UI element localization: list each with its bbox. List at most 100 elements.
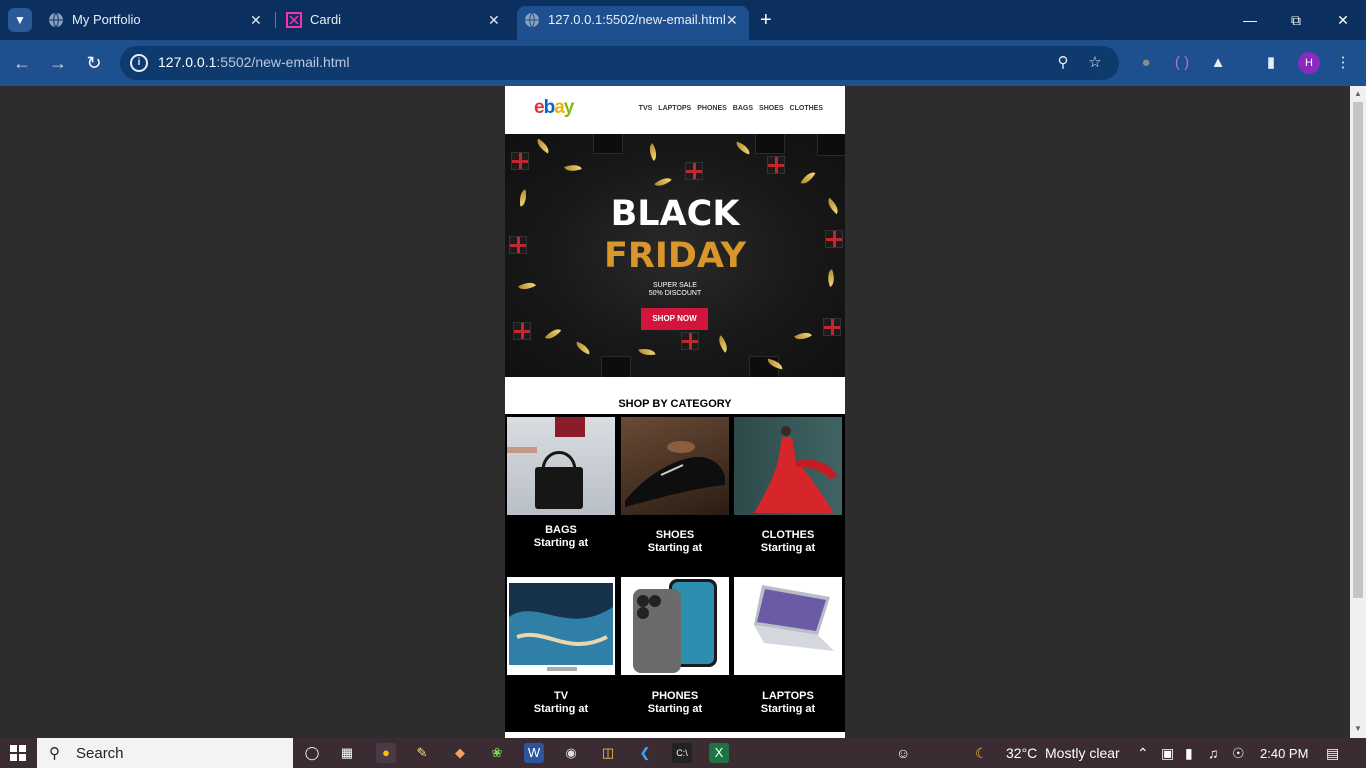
category-card-clothes[interactable] — [734, 417, 842, 515]
tab-search-button[interactable]: ▼ — [8, 8, 32, 32]
category-label-tv: TV Starting at — [507, 690, 615, 716]
scroll-up-icon[interactable]: ▲ — [1353, 89, 1363, 98]
restore-icon[interactable]: ⧉ — [1284, 8, 1308, 32]
task-view-icon[interactable]: ▦ — [337, 743, 357, 763]
word-icon[interactable]: W — [524, 743, 544, 763]
nav-link-laptops[interactable]: LAPTOPS — [658, 105, 691, 112]
vertical-scrollbar[interactable]: ▲ ▼ — [1350, 86, 1366, 738]
chrome-icon[interactable]: ● — [376, 743, 396, 763]
url-path: :5502/new-email.html — [216, 54, 350, 70]
category-card-phones[interactable] — [621, 577, 729, 675]
back-icon[interactable]: ← — [10, 51, 34, 75]
extension-icon[interactable]: ● — [1135, 52, 1157, 74]
leaf-decoration — [638, 346, 656, 358]
category-starting-at: Starting at — [533, 703, 589, 715]
hero-subtitle-line1: SUPER SALE — [653, 282, 697, 289]
new-tab-button[interactable]: + — [760, 8, 772, 32]
gift-box-decoration — [511, 152, 529, 170]
notepad-icon[interactable]: ✎ — [412, 743, 432, 763]
nav-link-shoes[interactable]: SHOES — [759, 105, 784, 112]
search-icon: ⚲ — [49, 745, 60, 762]
file-explorer-icon[interactable]: ◫ — [598, 743, 618, 763]
extensions-puzzle-icon[interactable]: ▲ — [1207, 52, 1229, 74]
people-icon[interactable]: ☺ — [896, 745, 910, 761]
tab-new-email[interactable]: 127.0.0.1:5502/new-email.html ✕ — [524, 6, 744, 34]
logo-letter-e: e — [534, 97, 545, 118]
notification-icon[interactable]: ▤ — [1326, 745, 1339, 762]
nav-link-phones[interactable]: PHONES — [697, 105, 727, 112]
category-card-bags[interactable] — [507, 417, 615, 515]
gift-box-decoration — [685, 162, 703, 180]
shopping-bag-decoration — [755, 134, 785, 154]
hero-subtitle: SUPER SALE 50% DISCOUNT — [505, 282, 845, 298]
site-info-icon[interactable]: i — [130, 54, 148, 72]
category-grid: BAGS Starting at SHOES Starting at CLOTH… — [505, 414, 845, 738]
menu-kebab-icon[interactable]: ⋮ — [1332, 52, 1354, 74]
category-label-bags: BAGS Starting at — [507, 524, 615, 550]
forward-icon[interactable]: → — [46, 51, 70, 75]
battery-icon[interactable]: ▮ — [1185, 745, 1193, 762]
nav-link-bags[interactable]: BAGS — [733, 105, 753, 112]
tray-chevron-up-icon[interactable]: ⌃ — [1137, 745, 1149, 762]
meet-now-icon[interactable]: ▣ — [1161, 745, 1174, 762]
side-panel-icon[interactable]: ▮ — [1260, 52, 1282, 74]
nav-link-clothes[interactable]: CLOTHES — [790, 105, 823, 112]
taskbar-search-box[interactable]: ⚲ Search — [37, 738, 293, 768]
reload-icon[interactable]: ↻ — [82, 51, 106, 75]
email-nav: TVS LAPTOPS PHONES BAGS SHOES CLOTHES — [639, 105, 823, 112]
excel-icon[interactable]: X — [709, 743, 729, 763]
zoom-icon[interactable]: ⚲ — [1054, 54, 1072, 72]
tab-my-portfolio[interactable]: My Portfolio ✕ — [48, 6, 268, 34]
category-starting-at: Starting at — [760, 542, 816, 554]
category-section-title: SHOP BY CATEGORY — [618, 398, 732, 410]
phone-image — [633, 579, 717, 673]
windows-start-icon[interactable] — [10, 745, 26, 761]
laptop-image — [754, 585, 834, 651]
shop-now-button[interactable]: SHOP NOW — [641, 308, 708, 330]
category-name: LAPTOPS — [762, 690, 814, 702]
scrollbar-thumb[interactable] — [1353, 102, 1363, 598]
leaf-decoration — [714, 335, 732, 353]
vscode-icon[interactable]: ❮ — [635, 743, 655, 763]
profile-avatar[interactable]: H — [1298, 52, 1320, 74]
weather-condition[interactable]: Mostly clear — [1045, 745, 1120, 761]
tab-cardi[interactable]: Cardi ✕ — [286, 6, 506, 34]
close-tab-icon[interactable]: ✕ — [250, 6, 262, 34]
bookmark-star-icon[interactable]: ☆ — [1086, 54, 1104, 72]
gift-box-decoration — [767, 156, 785, 174]
git-icon[interactable]: ◆ — [450, 743, 470, 763]
cortana-icon[interactable]: ◯ — [302, 743, 322, 763]
address-bar[interactable]: i 127.0.0.1:5502/new-email.html ⚲ ☆ — [120, 46, 1119, 80]
tab-title: Cardi — [310, 12, 342, 27]
category-name: BAGS — [545, 524, 577, 536]
shopping-bag-decoration — [593, 134, 623, 154]
leaf-decoration — [544, 325, 562, 343]
close-tab-icon[interactable]: ✕ — [488, 6, 500, 34]
color-picker-icon[interactable]: ❀ — [487, 743, 507, 763]
clock-time[interactable]: 2:40 PM — [1260, 746, 1308, 761]
logo-letter-a: a — [554, 97, 565, 118]
nav-link-tvs[interactable]: TVS — [639, 105, 653, 112]
leaf-decoration — [645, 143, 661, 161]
extension-bracket-icon[interactable]: ( ) — [1171, 52, 1193, 74]
close-window-icon[interactable]: ✕ — [1331, 8, 1355, 32]
shoe-image — [625, 441, 725, 507]
close-tab-icon[interactable]: ✕ — [726, 6, 738, 34]
ebay-logo[interactable]: ebay — [534, 97, 574, 119]
gift-box-decoration — [681, 332, 699, 350]
category-card-laptops[interactable] — [734, 577, 842, 675]
leaf-decoration — [564, 161, 582, 175]
terminal-icon[interactable]: C:\ — [672, 743, 692, 763]
category-label-phones: PHONES Starting at — [621, 690, 729, 716]
category-card-tv[interactable] — [507, 577, 615, 675]
address-url[interactable]: 127.0.0.1:5502/new-email.html — [158, 54, 349, 70]
github-desktop-icon[interactable]: ◉ — [561, 743, 581, 763]
weather-temperature[interactable]: 32°C — [1006, 745, 1037, 761]
minimize-icon[interactable]: — — [1238, 8, 1262, 32]
volume-icon[interactable]: ♫ — [1208, 745, 1219, 761]
scroll-down-icon[interactable]: ▼ — [1353, 724, 1363, 733]
taskbar-search-placeholder: Search — [76, 745, 124, 762]
category-card-shoes[interactable] — [621, 417, 729, 515]
leaf-decoration — [574, 341, 592, 355]
language-globe-icon[interactable]: ☉ — [1232, 745, 1245, 762]
